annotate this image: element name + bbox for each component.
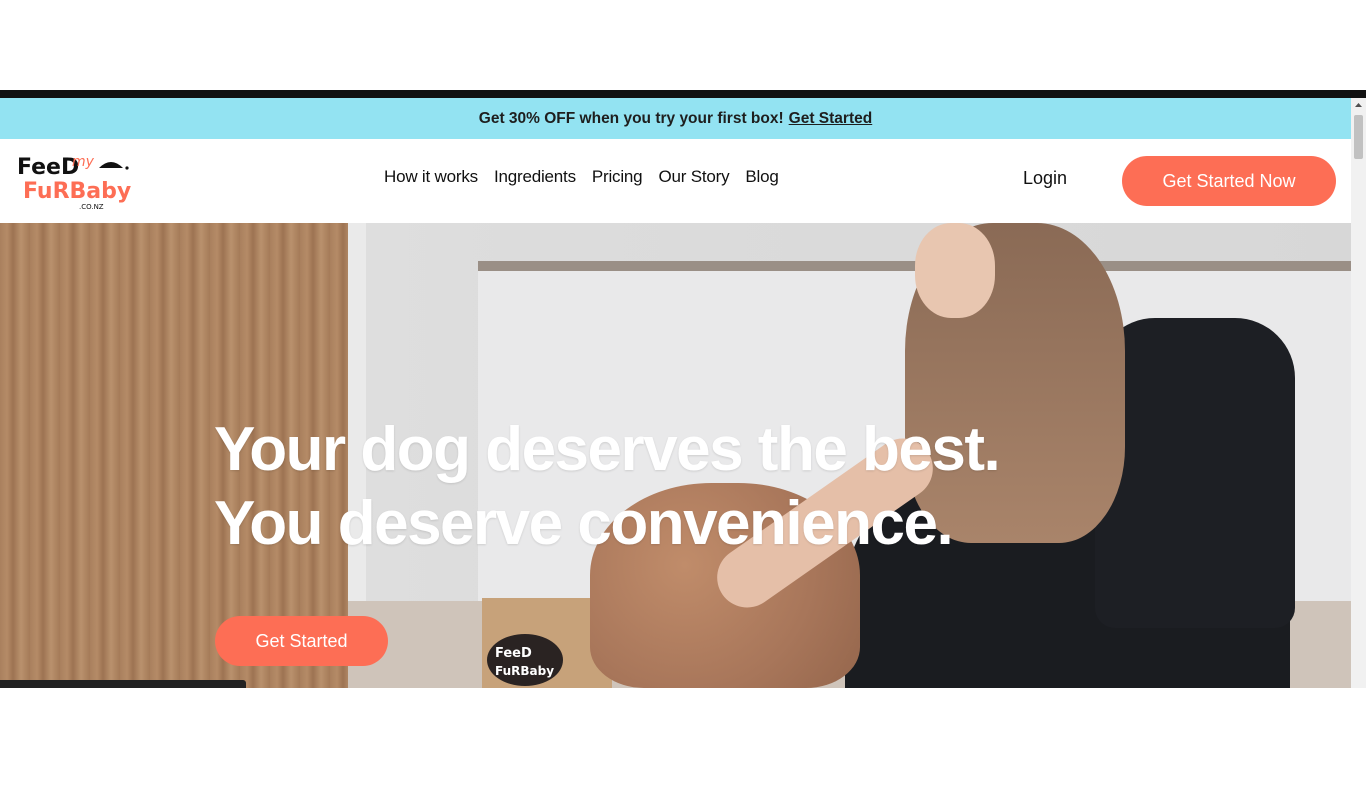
- main-nav: How it works Ingredients Pricing Our Sto…: [384, 167, 795, 187]
- page-viewport: Get 30% OFF when you try your first box!…: [0, 98, 1366, 688]
- page-scrollbar[interactable]: [1351, 98, 1366, 688]
- nav-blog[interactable]: Blog: [745, 167, 778, 187]
- login-link[interactable]: Login: [1023, 168, 1067, 189]
- hero-headline-line2: You deserve convenience.: [214, 489, 954, 558]
- nav-how-it-works[interactable]: How it works: [384, 167, 478, 187]
- svg-text:.CO.NZ: .CO.NZ: [79, 203, 104, 211]
- svg-text:my: my: [72, 154, 95, 170]
- hero-headline-line1: Your dog deserves the best.: [214, 415, 1001, 484]
- nav-our-story[interactable]: Our Story: [658, 167, 729, 187]
- dog-bowl-icon: [99, 162, 129, 170]
- browser-top-edge: [0, 90, 1366, 98]
- svg-text:FuRBaby: FuRBaby: [23, 179, 131, 204]
- svg-text:FeeD: FeeD: [17, 155, 79, 180]
- get-started-now-button[interactable]: Get Started Now: [1122, 156, 1336, 206]
- promo-text: Get 30% OFF when you try your first box!: [478, 109, 784, 127]
- promo-get-started-link[interactable]: Get Started: [789, 110, 873, 128]
- scrollbar-thumb[interactable]: [1354, 115, 1363, 159]
- promo-banner: Get 30% OFF when you try your first box!…: [0, 98, 1351, 139]
- svg-text:FuRBaby: FuRBaby: [495, 664, 554, 678]
- hero-headline: Your dog deserves the best. You deserve …: [214, 413, 1001, 561]
- site-header: FeeD my FuRBaby .CO.NZ How it works Ingr…: [0, 139, 1351, 223]
- site-logo[interactable]: FeeD my FuRBaby .CO.NZ: [17, 150, 133, 212]
- nav-ingredients[interactable]: Ingredients: [494, 167, 576, 187]
- hero-section: FeeD FuRBaby Your dog deserves the best.…: [0, 223, 1351, 688]
- svg-text:FeeD: FeeD: [495, 646, 532, 661]
- nav-pricing[interactable]: Pricing: [592, 167, 643, 187]
- box-logo: FeeD FuRBaby: [487, 634, 563, 686]
- scroll-up-arrow-icon[interactable]: [1351, 98, 1366, 113]
- hero-get-started-button[interactable]: Get Started: [215, 616, 388, 666]
- browser-status-bar: [0, 680, 246, 688]
